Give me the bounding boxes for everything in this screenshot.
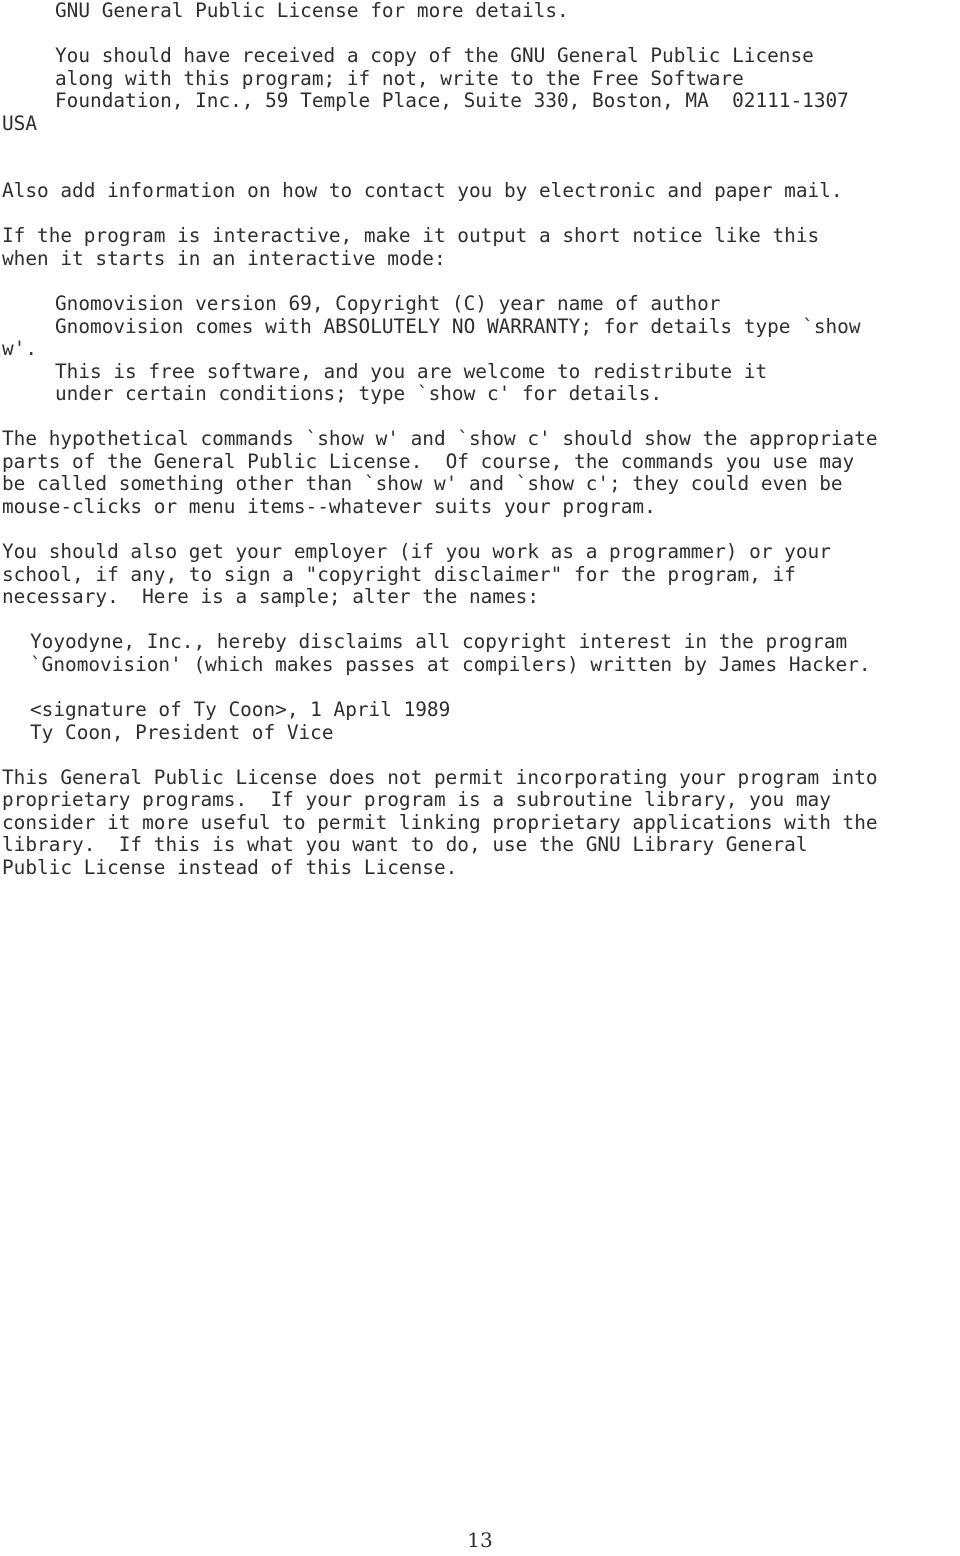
text-line: This is free software, and you are welco… (55, 359, 768, 383)
text-line: You should also get your employer (if yo… (2, 540, 831, 564)
text-line: Ty Coon, President of Vice (30, 720, 334, 744)
text-line: Yoyodyne, Inc., hereby disclaims all cop… (30, 630, 848, 654)
text-line: under certain conditions; type `show c' … (55, 382, 663, 406)
text-line: necessary. Here is a sample; alter the n… (2, 585, 540, 609)
text-line: proprietary programs. If your program is… (2, 788, 831, 812)
text-line: when it starts in an interactive mode: (2, 247, 446, 271)
text-line: w'. (2, 337, 38, 361)
text-line: You should have received a copy of the G… (55, 44, 814, 68)
text-line: school, if any, to sign a "copyright dis… (2, 562, 796, 586)
text-line: The hypothetical commands `show w' and `… (2, 427, 878, 451)
text-line: library. If this is what you want to do,… (2, 833, 808, 857)
text-line: Gnomovision version 69, Copyright (C) ye… (55, 292, 721, 316)
text-line: GNU General Public License for more deta… (55, 0, 569, 22)
text-line: consider it more useful to permit linkin… (2, 810, 878, 834)
text-line: be called something other than `show w' … (2, 472, 843, 496)
text-line: <signature of Ty Coon>, 1 April 1989 (30, 697, 451, 721)
text-line: Foundation, Inc., 59 Temple Place, Suite… (55, 89, 849, 113)
text-line: Gnomovision comes with ABSOLUTELY NO WAR… (55, 314, 861, 338)
text-line: If the program is interactive, make it o… (2, 224, 820, 248)
text-line: along with this program; if not, write t… (55, 66, 744, 90)
text-line: USA (2, 111, 38, 135)
text-line: `Gnomovision' (which makes passes at com… (30, 652, 871, 676)
text-line: mouse-clicks or menu items--whatever sui… (2, 495, 656, 519)
text-line: parts of the General Public License. Of … (2, 449, 855, 473)
text-line: This General Public License does not per… (2, 765, 878, 789)
page-number: 13 (467, 1528, 493, 1552)
text-line: Also add information on how to contact y… (2, 179, 843, 203)
text-line: Public License instead of this License. (2, 855, 458, 879)
document-text-body: GNU General Public License for more deta… (0, 0, 960, 879)
document-page: GNU General Public License for more deta… (0, 0, 960, 1556)
